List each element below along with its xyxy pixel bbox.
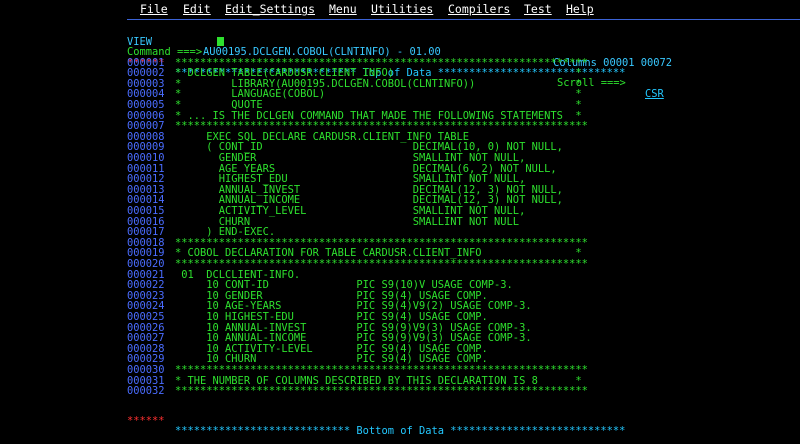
menu-edit-settings[interactable]: Edit_Settings — [225, 2, 315, 16]
code-line[interactable]: 000030 **********************************… — [0, 365, 800, 376]
code-line[interactable]: 000020 **********************************… — [0, 259, 800, 270]
code-line[interactable]: 000025 10 HIGHEST-EDU PIC S9(4) USAGE CO… — [0, 312, 800, 323]
menu-utilities[interactable]: Utilities — [371, 2, 433, 16]
line-text[interactable]: ****************************************… — [175, 386, 588, 397]
menu-bar: File Edit Edit_Settings Menu Utilities C… — [0, 0, 800, 20]
menu-file[interactable]: File — [140, 2, 168, 16]
menu-help[interactable]: Help — [566, 2, 594, 16]
menu-menu[interactable]: Menu — [329, 2, 357, 16]
bottom-of-data-marker: **************************** Bottom of D… — [175, 425, 626, 438]
command-input[interactable] — [215, 36, 545, 46]
code-line[interactable]: 000010 GENDER SMALLINT NOT NULL, — [0, 153, 800, 164]
top-of-data-line: ****** ***************************** Top… — [0, 47, 800, 78]
code-line[interactable]: 000015 ACTIVITY_LEVEL SMALLINT NOT NULL, — [0, 206, 800, 217]
line-text[interactable]: ****************************************… — [175, 259, 588, 270]
code-line[interactable]: 000032 **********************************… — [0, 386, 800, 397]
line-text[interactable]: ACTIVITY_LEVEL SMALLINT NOT NULL, — [175, 206, 526, 217]
command-line: Command ===> Scroll ===> CSR — [0, 36, 800, 99]
menu-test[interactable]: Test — [524, 2, 552, 16]
panel-header: VIEW AU00195.DCLGEN.COBOL(CLNTINFO) - 01… — [0, 26, 800, 67]
bottom-of-data-line: ****** **************************** Bott… — [0, 405, 800, 436]
menu-edit[interactable]: Edit — [183, 2, 211, 16]
marker-seq: ****** — [127, 414, 165, 427]
line-number: 000005 — [127, 99, 165, 111]
code-line[interactable]: 000005 * QUOTE * — [0, 100, 800, 111]
line-text[interactable]: ****************************************… — [175, 365, 588, 376]
line-number: 000020 — [127, 258, 165, 270]
line-number: 000030 — [127, 364, 165, 376]
code-line[interactable]: 000016 CHURN SMALLINT NOT NULL — [0, 216, 800, 228]
menu-compilers[interactable]: Compilers — [448, 2, 510, 16]
line-number: 000010 — [127, 152, 165, 164]
line-number: 000025 — [127, 311, 165, 323]
line-text[interactable]: * QUOTE * — [175, 100, 582, 111]
text-cursor — [217, 37, 224, 46]
line-text[interactable]: 10 HIGHEST-EDU PIC S9(4) USAGE COMP. — [175, 312, 488, 323]
line-number: 000015 — [127, 205, 165, 217]
line-text[interactable]: GENDER SMALLINT NOT NULL, — [175, 153, 526, 164]
line-number: 000032 — [127, 385, 165, 398]
menu-separator — [127, 19, 800, 20]
